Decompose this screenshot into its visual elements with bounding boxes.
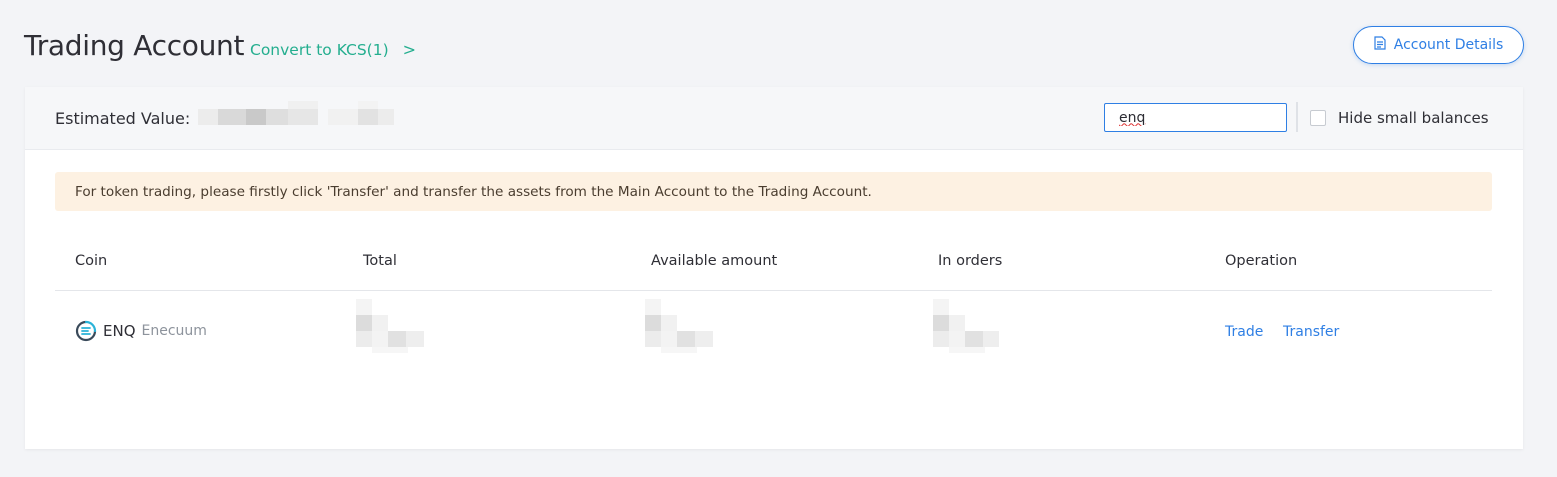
hide-small-balances-label[interactable]: Hide small balances [1338, 109, 1489, 127]
available-value-redacted [645, 299, 717, 353]
in-orders-value-redacted [933, 299, 1005, 353]
column-header-coin: Coin [75, 253, 108, 269]
document-icon [1374, 36, 1386, 54]
table-header-divider [55, 290, 1492, 291]
chevron-right-icon: > [402, 40, 417, 59]
page-header: Trading Account Convert to KCS(1) > Accou… [24, 26, 1524, 66]
page-title: Trading Account [24, 29, 245, 62]
convert-label: Convert to KCS(1) [250, 41, 389, 59]
column-header-available: Available amount [651, 253, 778, 269]
enecuum-logo-icon [75, 320, 97, 342]
divider [1296, 102, 1298, 132]
trading-account-card: Estimated Value: Hide small balances For… [25, 87, 1523, 449]
column-header-operation: Operation [1225, 253, 1298, 269]
column-header-in-orders: In orders [938, 253, 1003, 269]
estimated-value-redacted [188, 99, 398, 129]
account-details-label: Account Details [1393, 37, 1504, 53]
hide-small-balances-checkbox[interactable] [1310, 110, 1326, 126]
coin-search-input[interactable] [1104, 103, 1287, 132]
convert-to-kcs-link[interactable]: Convert to KCS(1) > [250, 40, 416, 59]
coin-code: ENQ [103, 322, 136, 340]
column-header-total: Total [363, 253, 397, 269]
table-row: ENQ Enecuum [75, 319, 207, 343]
estimated-value-label: Estimated Value: [55, 109, 191, 128]
coin-name: Enecuum [141, 323, 207, 339]
transfer-link[interactable]: Transfer [1283, 324, 1339, 340]
summary-bar: Estimated Value: Hide small balances [25, 87, 1523, 150]
account-details-button[interactable]: Account Details [1353, 26, 1524, 64]
total-value-redacted [356, 299, 428, 353]
trade-link[interactable]: Trade [1225, 324, 1263, 340]
transfer-notice: For token trading, please firstly click … [55, 172, 1492, 211]
